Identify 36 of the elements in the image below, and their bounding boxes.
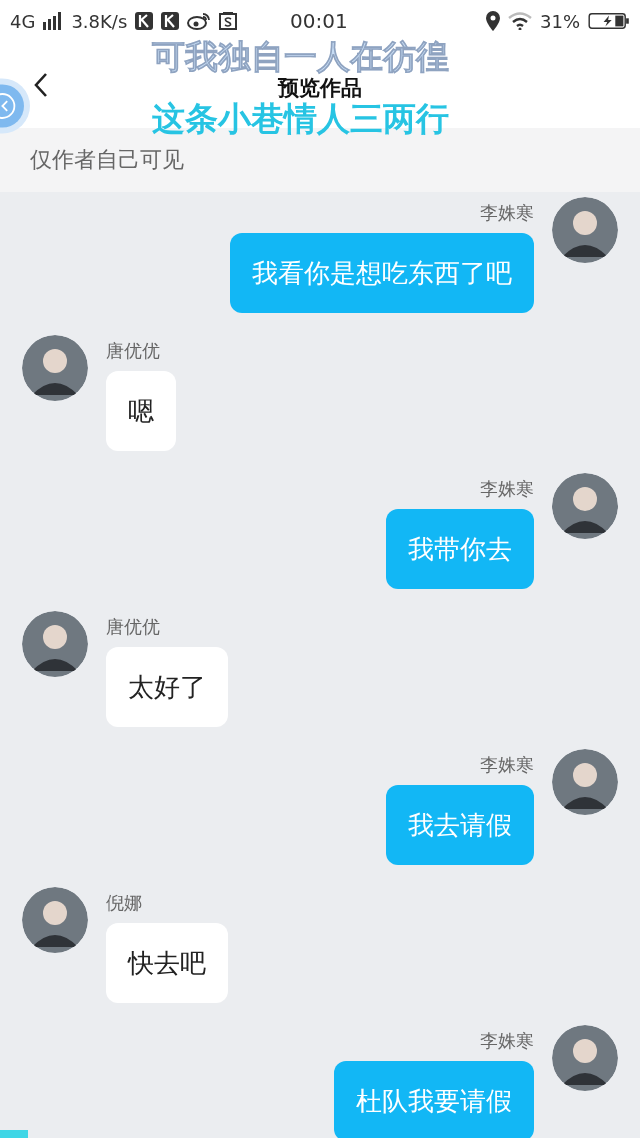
message-bubble: 我带你去	[386, 509, 534, 589]
sender-name: 李姝寒	[480, 478, 534, 500]
battery-charging-icon	[588, 12, 630, 30]
message-bubble: 我看你是想吃东西了吧	[230, 233, 534, 313]
network-speed: 3.8K/s	[71, 10, 128, 32]
avatar[interactable]	[552, 473, 618, 539]
sender-name: 唐优优	[106, 340, 160, 362]
avatar[interactable]	[552, 1025, 618, 1091]
message-bubble: 太好了	[106, 647, 228, 727]
app-notification-icon	[135, 12, 154, 30]
message-bubble: 快去吧	[106, 923, 228, 1003]
avatar[interactable]	[552, 197, 618, 263]
weibo-icon	[187, 12, 212, 30]
signal-icon	[43, 12, 64, 30]
avatar[interactable]	[22, 887, 88, 953]
message-bubble: 嗯	[106, 371, 176, 451]
sender-name: 李姝寒	[480, 202, 534, 224]
sender-name: 唐优优	[106, 616, 160, 638]
s-app-icon	[219, 12, 238, 30]
avatar[interactable]	[22, 335, 88, 401]
back-icon[interactable]	[34, 72, 48, 98]
floating-lyric-line: 可我独自一人在彷徨	[152, 40, 449, 74]
message-bubble: 杜队我要请假	[334, 1061, 534, 1138]
sender-name: 倪娜	[106, 892, 142, 914]
app-notification-icon	[161, 12, 180, 30]
avatar[interactable]	[552, 749, 618, 815]
wifi-icon	[508, 12, 532, 30]
page-title: 预览作品	[278, 77, 362, 99]
message-bubble: 我去请假	[386, 785, 534, 865]
avatar[interactable]	[22, 611, 88, 677]
network-type: 4G	[10, 10, 36, 32]
clock-time: 00:01	[290, 9, 348, 33]
sender-name: 李姝寒	[480, 754, 534, 776]
location-icon	[486, 11, 500, 31]
battery-percent: 31%	[540, 10, 580, 32]
sender-name: 李姝寒	[480, 1030, 534, 1052]
